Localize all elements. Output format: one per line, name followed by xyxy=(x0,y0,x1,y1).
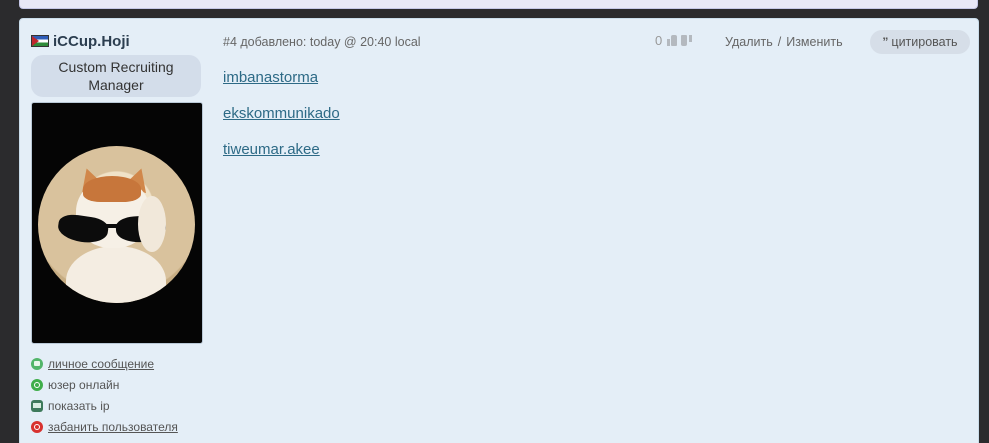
avatar xyxy=(31,102,203,344)
author-name[interactable]: iCCup.Hoji xyxy=(53,33,130,50)
post-timestamp: today @ 20:40 local xyxy=(309,35,421,49)
user-online-status: юзер онлайн xyxy=(31,374,204,395)
rating-count: 0 xyxy=(655,33,663,48)
added-label: добавлено: xyxy=(240,35,307,49)
post-number[interactable]: #4 xyxy=(223,35,237,49)
forum-post: iCCup.Hoji Custom Recruiting Manager лич… xyxy=(19,18,979,443)
post-link[interactable]: ekskommunikado xyxy=(223,105,340,123)
ip-icon xyxy=(31,399,43,412)
cat-body-shape xyxy=(66,246,166,303)
post-author-sidebar: iCCup.Hoji Custom Recruiting Manager лич… xyxy=(31,31,204,437)
post-rating: 0 xyxy=(655,33,693,48)
thumbs-down-icon[interactable] xyxy=(681,35,693,46)
link-separator: / xyxy=(777,35,782,49)
quote-icon: ” xyxy=(882,35,889,49)
cat-fur-patch xyxy=(83,176,141,202)
post-body: imbanastorma ekskommunikado tiweumar.ake… xyxy=(223,69,340,177)
post-link[interactable]: imbanastorma xyxy=(223,69,340,87)
role-badge: Custom Recruiting Manager xyxy=(31,55,201,97)
author-actions: личное сообщение юзер онлайн показать ip… xyxy=(31,353,204,437)
online-icon xyxy=(31,378,43,391)
ban-user-action[interactable]: забанить пользователя xyxy=(31,416,204,437)
show-ip-action[interactable]: показать ip xyxy=(31,395,204,416)
user-online-label: юзер онлайн xyxy=(48,377,120,392)
quote-button-label: цитировать xyxy=(891,35,958,49)
message-icon xyxy=(31,357,43,370)
quote-button[interactable]: ” цитировать xyxy=(870,30,970,54)
private-message-action[interactable]: личное сообщение xyxy=(31,353,204,374)
flag-icon xyxy=(31,35,49,47)
post-link[interactable]: tiweumar.akee xyxy=(223,141,340,159)
post-header: #4 добавлено: today @ 20:40 local 0 Удал… xyxy=(223,30,971,54)
avatar-image xyxy=(38,146,195,303)
post-meta: #4 добавлено: today @ 20:40 local xyxy=(223,35,421,49)
cat-paw-shape xyxy=(138,196,166,252)
thumbs-up-icon[interactable] xyxy=(667,35,679,46)
delete-link[interactable]: Удалить xyxy=(725,35,773,49)
author-header: iCCup.Hoji xyxy=(31,31,204,51)
show-ip-label[interactable]: показать ip xyxy=(48,399,110,413)
lens-left xyxy=(56,212,110,246)
previous-post-edge xyxy=(19,0,978,9)
private-message-link[interactable]: личное сообщение xyxy=(48,357,154,371)
ban-user-link[interactable]: забанить пользователя xyxy=(48,420,178,434)
moderation-links: Удалить / Изменить xyxy=(725,35,843,49)
edit-link[interactable]: Изменить xyxy=(786,35,842,49)
ban-icon xyxy=(31,420,43,433)
